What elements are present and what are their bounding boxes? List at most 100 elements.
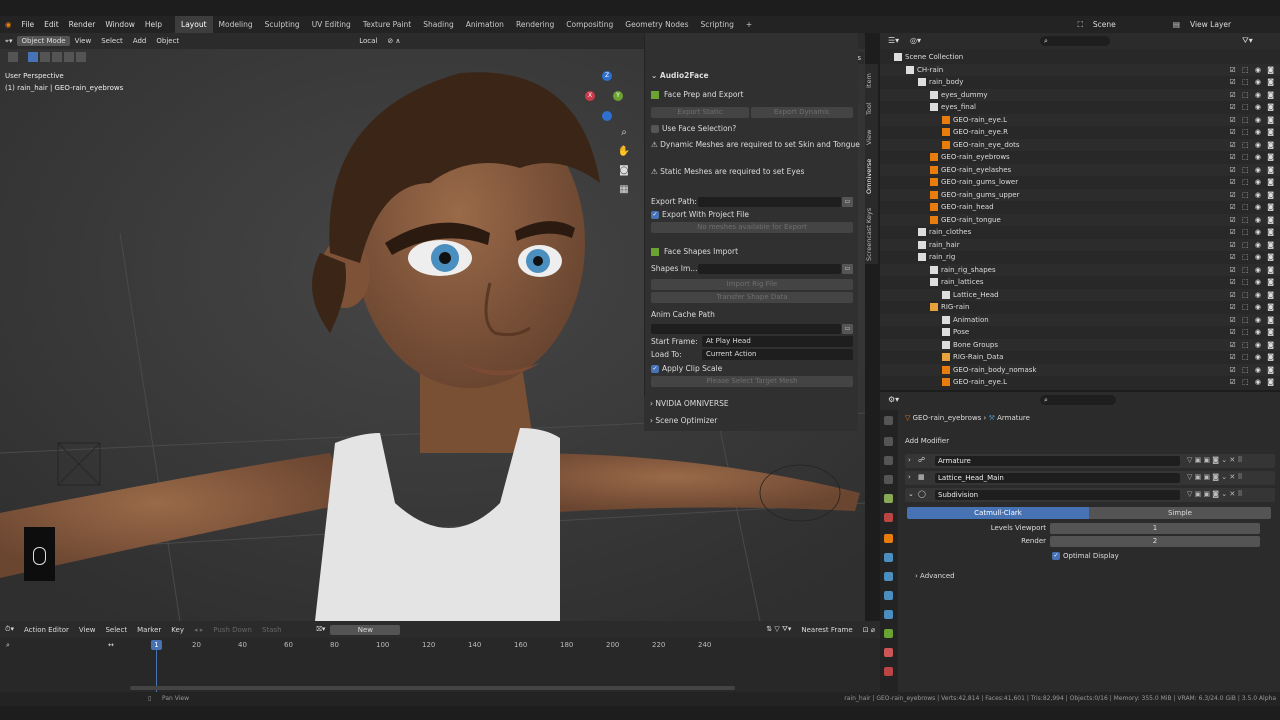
tool-cursor-icon[interactable] bbox=[8, 52, 18, 62]
select-extend-icon[interactable] bbox=[40, 52, 50, 62]
viewport-menu-view[interactable]: View bbox=[70, 37, 97, 45]
catmull-clark-toggle[interactable]: Catmull-Clark bbox=[907, 507, 1089, 519]
action-editor-timeline[interactable]: ⌕ ↔ 1 20 40 60 80 100 120 140 160 180 200 220 240 bbox=[0, 638, 880, 700]
collapse-icon[interactable]: ↔ bbox=[108, 641, 114, 649]
timeline-menu-key[interactable]: Key bbox=[166, 626, 189, 634]
tab-omniverse[interactable]: Omniverse bbox=[865, 154, 878, 198]
use-face-selection-checkbox[interactable] bbox=[651, 125, 659, 133]
select-intersect-icon[interactable] bbox=[76, 52, 86, 62]
data-tab-icon[interactable] bbox=[884, 629, 893, 638]
load-to-dropdown[interactable]: Current Action bbox=[702, 349, 853, 360]
visibility-toggles[interactable]: ☑ ⬚ ◉ ◙ bbox=[1230, 176, 1276, 189]
outliner-row[interactable]: CH-rain ☑ ⬚ ◉ ◙ bbox=[880, 63, 1280, 77]
particles-tab-icon[interactable] bbox=[884, 572, 893, 581]
proportional-icon[interactable]: ⊡ ⌀ bbox=[858, 626, 880, 634]
outliner-row[interactable]: GEO-rain_gums_lower ☑ ⬚ ◉ ◙ bbox=[880, 176, 1280, 189]
visibility-toggles[interactable]: ☑ ⬚ ◉ ◙ bbox=[1230, 226, 1276, 239]
outliner-row[interactable]: rain_rig_shapes ☑ ⬚ ◉ ◙ bbox=[880, 263, 1280, 277]
action-icon[interactable]: ⛝▾ bbox=[312, 625, 331, 634]
visibility-toggles[interactable]: ☑ ⬚ ◉ ◙ bbox=[1230, 289, 1276, 302]
tab-animation[interactable]: Animation bbox=[460, 16, 510, 33]
scene-optimizer-section[interactable]: › Scene Optimizer bbox=[650, 416, 852, 425]
properties-search-input[interactable]: ⌕ bbox=[1040, 395, 1116, 405]
outliner-row[interactable]: rain_body ☑ ⬚ ◉ ◙ bbox=[880, 76, 1280, 89]
outliner-editor-icon[interactable]: ☰▾ bbox=[888, 36, 899, 45]
apply-clip-scale-row[interactable]: ✓ Apply Clip Scale bbox=[651, 364, 852, 373]
tab-rendering[interactable]: Rendering bbox=[510, 16, 560, 33]
visibility-toggles[interactable]: ☑ ⬚ ◉ ◙ bbox=[1230, 114, 1276, 127]
outliner-row[interactable]: GEO-rain_eye.R ☑ ⬚ ◉ ◙ bbox=[880, 126, 1280, 139]
nearest-frame-dropdown[interactable]: Nearest Frame bbox=[796, 626, 857, 634]
outliner-row[interactable]: GEO-rain_eye.L ☑ ⬚ ◉ ◙ bbox=[880, 113, 1280, 127]
modifier-name-input[interactable]: Lattice_Head_Main bbox=[935, 473, 1180, 483]
modifier-toggles[interactable]: ▽ ▣ ▣ ◙ ⌄ ✕ ⠿ bbox=[1187, 473, 1243, 481]
gizmo-neg-z-axis[interactable] bbox=[602, 111, 612, 121]
modifier-name-input[interactable]: Armature bbox=[935, 456, 1180, 466]
menu-render[interactable]: Render bbox=[64, 20, 101, 29]
visibility-toggles[interactable]: ☑ ⬚ ◉ ◙ bbox=[1230, 376, 1276, 389]
outliner-row[interactable]: Lattice_Head ☑ ⬚ ◉ ◙ bbox=[880, 288, 1280, 302]
tab-view[interactable]: View bbox=[865, 126, 878, 148]
modifier-subdivision[interactable]: ⌄ ◯ Subdivision ▽ ▣ ▣ ◙ ⌄ ✕ ⠿ bbox=[905, 488, 1275, 502]
visibility-toggles[interactable]: ☑ ⬚ ◉ ◙ bbox=[1230, 189, 1276, 202]
view-layer-selector[interactable]: View Layer bbox=[1185, 20, 1280, 29]
visibility-toggles[interactable]: ☑ ⬚ ◉ ◙ bbox=[1230, 101, 1276, 114]
tool-tab-icon[interactable] bbox=[884, 416, 893, 425]
start-frame-dropdown[interactable]: At Play Head bbox=[702, 336, 853, 347]
object-mode-dropdown[interactable]: Object Mode bbox=[17, 36, 70, 46]
tab-sculpting[interactable]: Sculpting bbox=[259, 16, 306, 33]
outliner-row[interactable]: GEO-rain_eye.L ☑ ⬚ ◉ ◙ bbox=[880, 376, 1280, 389]
outliner-row[interactable]: RIG-rain ☑ ⬚ ◉ ◙ bbox=[880, 301, 1280, 314]
view-layer-tab-icon[interactable] bbox=[884, 475, 893, 484]
texture-tab-icon[interactable] bbox=[884, 667, 893, 676]
optimal-display-row[interactable]: ✓ Optimal Display bbox=[1052, 552, 1119, 560]
add-workspace-button[interactable]: + bbox=[740, 16, 758, 33]
timeline-menu-view[interactable]: View bbox=[74, 626, 101, 634]
use-face-selection-row[interactable]: Use Face Selection? bbox=[651, 124, 852, 133]
menu-help[interactable]: Help bbox=[140, 20, 167, 29]
display-mode-icon[interactable]: ◎▾ bbox=[910, 36, 921, 45]
visibility-toggles[interactable]: ☑ ⬚ ◉ ◙ bbox=[1230, 64, 1276, 77]
visibility-toggles[interactable]: ☑ ⬚ ◉ ◙ bbox=[1230, 89, 1276, 102]
visibility-toggles[interactable]: ☑ ⬚ ◉ ◙ bbox=[1230, 239, 1276, 252]
export-with-project-row[interactable]: ✓ Export With Project File bbox=[651, 210, 852, 219]
visibility-toggles[interactable]: ☑ ⬚ ◉ ◙ bbox=[1230, 351, 1276, 364]
visibility-toggles[interactable]: ☑ ⬚ ◉ ◙ bbox=[1230, 339, 1276, 352]
viewport-menu-object[interactable]: Object bbox=[151, 37, 184, 45]
nvidia-omniverse-section[interactable]: › NVIDIA OMNIVERSE bbox=[650, 399, 852, 408]
modifier-tab-icon[interactable] bbox=[884, 553, 893, 562]
tab-screencast-keys[interactable]: Screencast Keys bbox=[865, 204, 878, 264]
camera-icon[interactable]: ◙ bbox=[617, 161, 631, 180]
timeline-menu-marker[interactable]: Marker bbox=[132, 626, 166, 634]
tab-compositing[interactable]: Compositing bbox=[560, 16, 619, 33]
no-meshes-button[interactable]: No meshes available for Export bbox=[651, 222, 853, 233]
tab-uv-editing[interactable]: UV Editing bbox=[306, 16, 357, 33]
outliner-row[interactable]: GEO-rain_eyelashes ☑ ⬚ ◉ ◙ bbox=[880, 163, 1280, 176]
apply-clip-scale-checkbox[interactable]: ✓ bbox=[651, 365, 659, 373]
world-tab-icon[interactable] bbox=[884, 513, 893, 522]
tab-texture-paint[interactable]: Texture Paint bbox=[357, 16, 417, 33]
visibility-toggles[interactable]: ☑ ⬚ ◉ ◙ bbox=[1230, 301, 1276, 314]
folder-icon[interactable]: ▭ bbox=[842, 264, 853, 274]
menu-window[interactable]: Window bbox=[100, 20, 140, 29]
outliner-row[interactable]: GEO-rain_head ☑ ⬚ ◉ ◙ bbox=[880, 201, 1280, 214]
tab-layout[interactable]: Layout bbox=[175, 16, 213, 33]
action-editor-dropdown[interactable]: Action Editor bbox=[19, 626, 74, 634]
outliner-row[interactable]: Scene Collection bbox=[880, 51, 1280, 64]
select-invert-icon[interactable] bbox=[64, 52, 74, 62]
render-levels-input[interactable]: 2 bbox=[1050, 536, 1260, 547]
push-down-button[interactable]: Push Down bbox=[208, 626, 257, 634]
visibility-toggles[interactable]: ☑ ⬚ ◉ ◙ bbox=[1230, 326, 1276, 339]
tab-tool[interactable]: Tool bbox=[865, 98, 878, 120]
import-rig-file-button[interactable]: Import Rig File bbox=[651, 279, 853, 290]
export-path-input[interactable] bbox=[698, 197, 841, 207]
visibility-toggles[interactable]: ☑ ⬚ ◉ ◙ bbox=[1230, 139, 1276, 152]
visibility-toggles[interactable]: ☑ ⬚ ◉ ◙ bbox=[1230, 264, 1276, 277]
scene-tab-icon[interactable] bbox=[884, 494, 893, 503]
shapes-import-input[interactable] bbox=[698, 264, 841, 274]
outliner-row[interactable]: GEO-rain_tongue ☑ ⬚ ◉ ◙ bbox=[880, 213, 1280, 226]
outliner-row[interactable]: RIG-Rain_Data ☑ ⬚ ◉ ◙ bbox=[880, 351, 1280, 364]
menu-edit[interactable]: Edit bbox=[39, 20, 64, 29]
levels-viewport-input[interactable]: 1 bbox=[1050, 523, 1260, 534]
outliner-row[interactable]: rain_clothes ☑ ⬚ ◉ ◙ bbox=[880, 226, 1280, 239]
